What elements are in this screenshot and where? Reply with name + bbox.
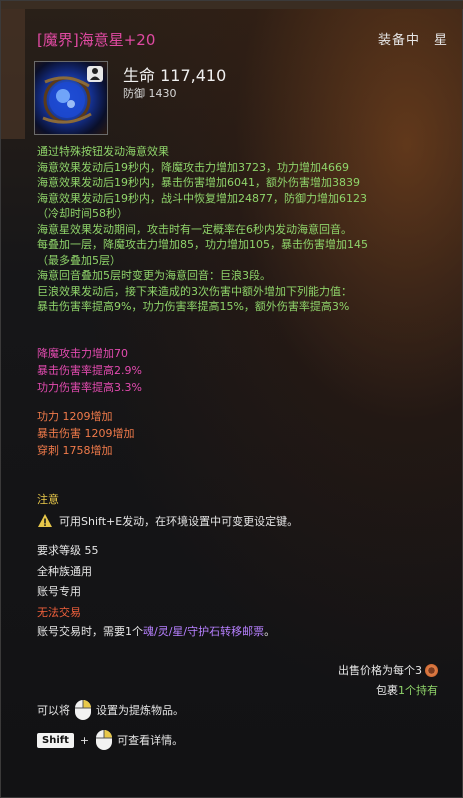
race-restriction: 全种族通用 [37, 564, 92, 578]
requirements: 要求等级 55 全种族通用 账号专用 无法交易 [37, 541, 99, 623]
bonus-line: 暴击伤害 1209增加 [37, 427, 135, 440]
pink-bonus-list: 降魔攻击力增加70 暴击伤害率提高2.9% 功力伤害率提高3.3% [37, 345, 142, 396]
effect-line: 海意效果发动后19秒内，暴击伤害增加6041，额外伤害增加3839 [37, 176, 360, 189]
equipped-status: 装备中 星 [377, 33, 448, 48]
effect-line: 每叠加一层，降魔攻击力增加85，功力增加105，暴击伤害增加145 [37, 238, 368, 251]
item-tooltip: [魔界]海意星+20 装备中 星 生命 117,410 防御 1430 通过特殊… [0, 0, 463, 798]
effect-line: 海意回音叠加5层时变更为海意回音：巨浪3段。 [37, 269, 271, 282]
effect-description: 通过特殊按钮发动海意效果 海意效果发动后19秒内，降魔攻击力增加3723，功力增… [37, 144, 457, 315]
right-click-mouse-icon [96, 730, 113, 750]
refine-hint: 可以将 设置为提炼物品。 [37, 698, 184, 722]
sell-price-text: 出售价格为每个3 [338, 664, 422, 677]
mail-requirement: 账号交易时，需要1个魂/灵/星/守护石转移邮票。 [37, 623, 275, 639]
warning-icon [38, 514, 52, 527]
effect-line: 海意星效果发动期间，攻击时有一定概率在6秒内发动海意回音。 [37, 222, 352, 236]
effect-line: 海意效果发动后19秒内，战斗中恢复增加24877，防御力增加6123 [37, 191, 367, 205]
orange-bonus-list: 功力 1209增加 暴击伤害 1209增加 穿刺 1758增加 [37, 408, 135, 459]
copper-coin-icon [425, 663, 438, 677]
refine-suffix: 设置为提炼物品。 [96, 704, 184, 717]
mail-item-link[interactable]: 魂/灵/星/守护石转移邮票 [143, 625, 264, 638]
notice-text: 可用Shift+E发动，在环境设置中可变更设定键。 [59, 515, 299, 528]
background-strip-left [1, 9, 25, 139]
untradeable-label: 无法交易 [37, 605, 81, 619]
bag-count: 包裹1个持有 [376, 682, 438, 698]
bonus-line: 功力 1209增加 [37, 410, 113, 423]
detail-hint: Shift + 可查看详情。 [37, 728, 183, 752]
detail-suffix: 可查看详情。 [117, 734, 184, 747]
mail-prefix: 账号交易时，需要1个 [37, 625, 143, 638]
effect-line: 巨浪效果发动后，接下来造成的3次伤害中额外增加下列能力值： [37, 284, 352, 298]
notice-row: 可用Shift+E发动，在环境设置中可变更设定键。 [37, 512, 298, 530]
bonus-line: 穿刺 1758增加 [37, 444, 113, 457]
effect-line: （最多叠加5层） [37, 253, 121, 267]
effect-line: 海意效果发动后19秒内，降魔攻击力增加3723，功力增加4669 [37, 160, 349, 174]
bag-label: 包裹 [376, 684, 398, 697]
plus-sign: + [79, 733, 90, 747]
bonus-line: 功力伤害率提高3.3% [37, 381, 142, 394]
bag-count-value: 1个持有 [398, 684, 438, 697]
effect-line: 暴击伤害率提高9%，功力伤害率提高15%，额外伤害率提高3% [37, 300, 350, 313]
background-strip-top [1, 1, 463, 9]
effect-line: （冷却时间58秒） [37, 207, 128, 220]
person-icon [87, 66, 103, 82]
shift-key-icon: Shift [37, 732, 74, 748]
account-bound: 账号专用 [37, 585, 81, 598]
effect-line: 通过特殊按钮发动海意效果 [37, 145, 169, 158]
refine-prefix: 可以将 [37, 704, 70, 717]
notice-title: 注意 [37, 493, 59, 506]
sell-price: 出售价格为每个3 [338, 662, 438, 678]
stat-hp: 生命 117,410 [123, 66, 227, 85]
mail-suffix: 。 [264, 625, 276, 638]
right-click-mouse-icon [75, 700, 91, 720]
bonus-line: 暴击伤害率提高2.9% [37, 364, 142, 377]
stat-defense: 防御 1430 [123, 87, 177, 100]
item-title: [魔界]海意星+20 [37, 31, 156, 49]
item-icon[interactable] [34, 61, 108, 135]
required-level: 要求等级 55 [37, 544, 99, 557]
bonus-line: 降魔攻击力增加70 [37, 347, 128, 360]
